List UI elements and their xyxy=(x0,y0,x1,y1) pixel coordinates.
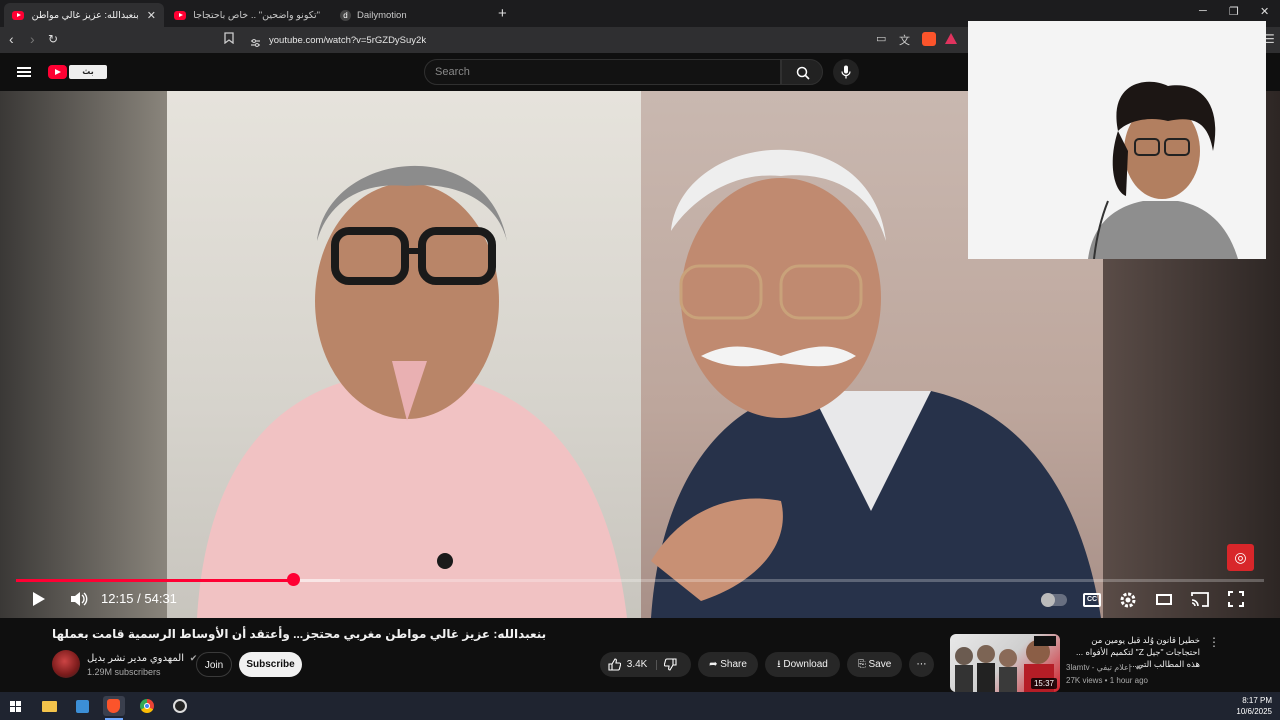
microphone-icon xyxy=(841,65,851,79)
time-display: 12:15 / 54:31 xyxy=(101,591,177,606)
download-button[interactable]: ⭳ Download xyxy=(765,652,840,677)
more-actions-button[interactable]: ⋯ xyxy=(909,652,934,677)
browser-tab[interactable]: d Dailymotion xyxy=(332,3,492,27)
download-icon: ⭳ xyxy=(777,659,781,670)
url-text: youtube.com/watch?v=5rGZDySuy2k xyxy=(269,34,427,46)
close-window-icon[interactable]: ✕ xyxy=(1260,5,1269,18)
like-divider xyxy=(656,660,657,670)
chrome-taskbar-icon[interactable] xyxy=(136,696,158,716)
recommended-meta: 27K views • 1 hour ago xyxy=(1066,676,1148,685)
youtube-favicon-icon xyxy=(12,10,24,20)
like-button[interactable]: 3.4K xyxy=(608,652,647,677)
channel-avatar[interactable] xyxy=(52,650,80,678)
thumbs-down-icon[interactable] xyxy=(664,658,677,671)
logo-badge: بث xyxy=(69,65,107,79)
recommended-channel[interactable]: 3lamtv - إعلام تيفي ✔ xyxy=(1066,663,1142,672)
subscriber-count: 1.29M subscribers xyxy=(87,667,161,677)
brave-browser-taskbar-icon[interactable] xyxy=(103,696,125,716)
youtube-header: بث Search xyxy=(0,53,968,91)
browser-tab-active[interactable]: بنعبدالله: عزيز غالي مواطن مغربي ✕ xyxy=(4,3,164,27)
progress-scrubber[interactable] xyxy=(286,573,300,586)
search-placeholder: Search xyxy=(435,66,470,78)
brave-shields-icon[interactable] xyxy=(922,32,936,46)
share-button[interactable]: ➦ Share xyxy=(698,652,758,677)
webcam-overlay xyxy=(968,21,1266,259)
recommended-channel-text: 3lamtv - إعلام تيفي xyxy=(1066,663,1131,672)
tab-title: "تكونو واضحين" .. خاص باحتجاجات الشـ xyxy=(193,9,320,21)
video-frame-left-speaker xyxy=(167,91,641,618)
more-horizontal-icon: ⋯ xyxy=(916,659,927,670)
settings-gear-icon[interactable] xyxy=(1119,591,1137,609)
save-icon: ⎘ xyxy=(857,659,866,670)
channel-name[interactable]: المهدوي مدير نشر بديل ✔ xyxy=(87,653,197,664)
share-icon: ➦ xyxy=(709,659,718,670)
autoplay-toggle[interactable] xyxy=(1041,593,1067,607)
minimize-window-icon[interactable]: ─ xyxy=(1199,5,1207,17)
play-icon[interactable] xyxy=(32,591,46,607)
save-button[interactable]: ⎘ Save xyxy=(847,652,902,677)
forward-icon[interactable]: › xyxy=(30,31,35,47)
address-bar[interactable]: youtube.com/watch?v=5rGZDySuy2k xyxy=(242,30,964,50)
file-explorer-icon[interactable] xyxy=(39,696,61,716)
download-label: Download xyxy=(783,659,828,670)
video-title: بنعبدالله: عزيز غالي مواطن مغربي محتجز..… xyxy=(52,627,547,641)
watch-metadata: بنعبدالله: عزيز غالي مواطن مغربي محتجز..… xyxy=(0,618,1280,692)
store-app-icon[interactable] xyxy=(72,696,94,716)
channel-watermark-icon[interactable]: ◎ xyxy=(1227,544,1254,571)
dailymotion-favicon-icon: d xyxy=(340,9,351,21)
brave-rewards-icon[interactable] xyxy=(945,33,957,44)
share-label: Share xyxy=(720,659,747,670)
translate-icon[interactable]: 文 xyxy=(899,32,910,48)
clock-date: 10/6/2025 xyxy=(1236,707,1272,716)
search-input[interactable]: Search xyxy=(424,59,781,85)
voice-search-button[interactable] xyxy=(833,59,859,85)
webcam-person-figure xyxy=(968,21,1266,259)
channel-name-text: المهدوي مدير نشر بديل xyxy=(87,653,184,664)
volume-icon[interactable] xyxy=(70,591,88,607)
cast-to-device-icon[interactable]: ▭ xyxy=(876,32,886,45)
verified-badge-icon: ✔ xyxy=(1135,663,1142,672)
restore-window-icon[interactable]: ❐ xyxy=(1229,5,1239,18)
search-icon xyxy=(796,66,810,80)
subscribe-button[interactable]: Subscribe xyxy=(239,652,302,677)
video-frame-side-left xyxy=(0,91,167,618)
youtube-logo[interactable] xyxy=(48,65,67,79)
system-clock[interactable]: 8:17 PM 10/6/2025 xyxy=(1236,695,1272,717)
youtube-favicon-icon xyxy=(174,10,186,20)
thumbs-up-icon xyxy=(608,658,622,671)
subtitles-icon[interactable]: CC xyxy=(1083,593,1101,607)
new-tab-button[interactable]: + xyxy=(498,5,507,22)
progress-bar[interactable] xyxy=(16,579,1264,582)
clock-time: 8:17 PM xyxy=(1242,696,1272,705)
guide-menu-icon[interactable] xyxy=(17,67,31,77)
bookmark-icon[interactable] xyxy=(224,32,234,47)
more-vertical-icon[interactable]: ⋮ xyxy=(1208,635,1220,649)
tab-title: بنعبدالله: عزيز غالي مواطن مغربي xyxy=(31,9,139,21)
windows-start-icon[interactable] xyxy=(10,701,21,712)
join-button[interactable]: Join xyxy=(196,652,232,677)
reload-icon[interactable]: ↻ xyxy=(48,32,58,46)
speaker-left-figure xyxy=(197,165,627,618)
obs-taskbar-icon[interactable] xyxy=(169,696,191,716)
video-duration: 15:37 xyxy=(1030,678,1057,689)
fullscreen-icon[interactable] xyxy=(1228,591,1244,607)
site-info-icon[interactable] xyxy=(250,35,261,53)
save-label: Save xyxy=(868,659,892,670)
back-icon[interactable]: ‹ xyxy=(9,31,14,47)
recommended-thumbnail[interactable]: 15:37 xyxy=(950,634,1060,692)
tab-title: Dailymotion xyxy=(357,9,407,21)
like-count: 3.4K xyxy=(626,659,648,670)
close-tab-icon[interactable]: ✕ xyxy=(147,9,156,22)
progress-played xyxy=(16,579,294,582)
browser-tab[interactable]: "تكونو واضحين" .. خاص باحتجاجات الشـ xyxy=(166,3,328,27)
cast-icon[interactable] xyxy=(1190,591,1210,608)
windows-taskbar: 8:17 PM 10/6/2025 xyxy=(0,692,1280,720)
autoplay-pause-icon xyxy=(1041,593,1055,607)
theater-mode-icon[interactable] xyxy=(1156,594,1172,605)
search-button[interactable] xyxy=(781,59,823,85)
like-dislike-group: 3.4K xyxy=(600,652,691,677)
